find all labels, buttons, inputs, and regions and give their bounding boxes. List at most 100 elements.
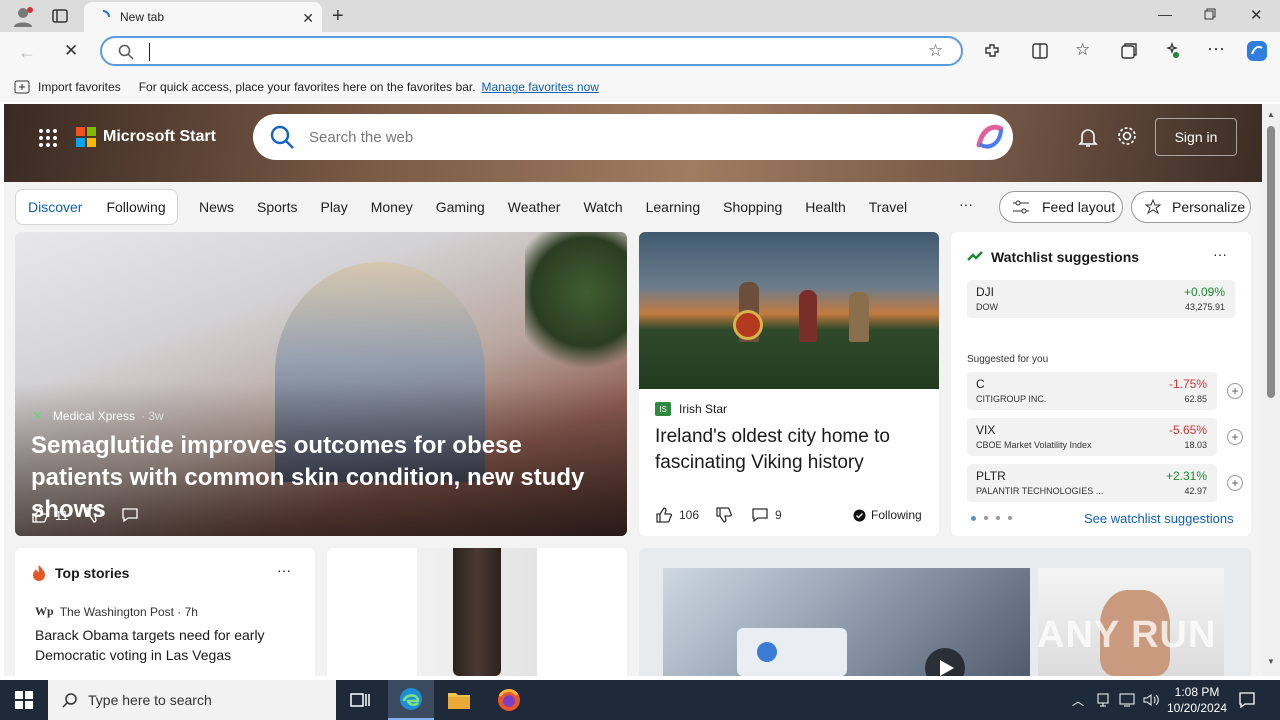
address-bar[interactable]: ☆ xyxy=(100,36,963,66)
close-tab-icon[interactable]: ✕ xyxy=(302,10,314,27)
favorite-star-icon[interactable]: ☆ xyxy=(928,41,943,61)
nav-link-gaming[interactable]: Gaming xyxy=(436,199,485,215)
feed-layout-button[interactable]: Feed layout xyxy=(999,191,1123,223)
sign-in-button[interactable]: Sign in xyxy=(1155,118,1237,156)
browser-essentials-icon[interactable] xyxy=(1163,42,1181,60)
profile-icon[interactable] xyxy=(12,6,34,28)
tab-discover[interactable]: Discover xyxy=(16,199,94,215)
favorites-icon[interactable]: ☆ xyxy=(1075,40,1090,60)
nav-link-travel[interactable]: Travel xyxy=(869,199,907,215)
watchlist-item-pltr[interactable]: PLTR PALANTIR TECHNOLOGIES ... +2.31% 42… xyxy=(967,464,1243,502)
main-story-card[interactable]: ✕ Medical Xpress · 3w Semaglutide improv… xyxy=(15,232,627,536)
split-screen-icon[interactable] xyxy=(1031,42,1049,60)
notifications-bell-icon[interactable] xyxy=(1077,126,1099,148)
copilot-icon[interactable] xyxy=(975,123,1005,151)
nav-more-button[interactable]: ··· xyxy=(959,196,973,212)
category-nav: Discover Following News Sports Play Mone… xyxy=(4,182,1262,232)
top-stories-more-button[interactable]: ··· xyxy=(277,562,291,578)
nav-link-watch[interactable]: Watch xyxy=(583,199,622,215)
copilot-icon[interactable] xyxy=(1245,39,1269,63)
firefox-icon[interactable] xyxy=(497,688,521,712)
collections-icon[interactable] xyxy=(1120,42,1138,60)
add-to-watchlist-icon[interactable]: + xyxy=(1227,383,1243,399)
play-icon[interactable] xyxy=(925,648,965,676)
nav-link-news[interactable]: News xyxy=(199,199,234,215)
clock-time: 1:08 PM xyxy=(1174,685,1220,699)
tab-actions-icon[interactable] xyxy=(52,8,68,24)
nav-link-shopping[interactable]: Shopping xyxy=(723,199,782,215)
minimize-icon[interactable]: — xyxy=(1158,6,1172,22)
scroll-down-icon[interactable]: ▼ xyxy=(1267,657,1275,666)
scroll-up-icon[interactable]: ▲ xyxy=(1267,110,1275,119)
irish-star-story-card[interactable]: IS Irish Star Ireland's oldest city home… xyxy=(639,232,939,536)
windows-start-icon[interactable] xyxy=(15,691,33,709)
stop-loading-icon[interactable]: ✕ xyxy=(64,41,78,61)
carousel-dot[interactable] xyxy=(1008,516,1012,520)
close-window-icon[interactable]: ✕ xyxy=(1250,6,1263,24)
restore-icon[interactable] xyxy=(1204,8,1216,20)
carousel-dot[interactable] xyxy=(996,516,1000,520)
dislike-icon[interactable] xyxy=(715,506,733,524)
new-tab-button[interactable]: + xyxy=(332,5,344,28)
import-favorites-icon[interactable] xyxy=(14,80,30,94)
comment-icon[interactable] xyxy=(121,506,139,524)
import-favorites-button[interactable]: Import favorites xyxy=(38,80,121,94)
watchlist-item-vix[interactable]: VIX CBOE Market Volatility Index -5.65% … xyxy=(967,418,1243,456)
like-count: 106 xyxy=(679,508,700,522)
carousel-dot[interactable] xyxy=(984,516,988,520)
personalize-button[interactable]: Personalize xyxy=(1131,191,1251,223)
brand-logo[interactable]: Microsoft Start xyxy=(76,127,216,147)
windows-taskbar: Type here to search ︿ 1:08 PM 10/20/2024 xyxy=(0,680,1280,720)
comment-icon[interactable] xyxy=(751,506,769,524)
figure-image xyxy=(799,290,817,342)
nav-link-learning[interactable]: Learning xyxy=(646,199,701,215)
manage-favorites-link[interactable]: Manage favorites now xyxy=(482,80,599,94)
story-headline[interactable]: Ireland's oldest city home to fascinatin… xyxy=(655,424,927,476)
see-watchlist-link[interactable]: See watchlist suggestions xyxy=(1084,511,1234,526)
file-explorer-icon[interactable] xyxy=(447,689,471,711)
nav-link-weather[interactable]: Weather xyxy=(508,199,561,215)
app-launcher-icon[interactable] xyxy=(38,128,58,148)
taskbar-edge-button[interactable] xyxy=(388,680,434,720)
watchlist-item-dji[interactable]: DJI DOW +0.09% 43,275.91 xyxy=(967,280,1235,318)
notification-center-icon[interactable] xyxy=(1238,691,1256,709)
sliders-icon xyxy=(1012,199,1030,215)
tab-following[interactable]: Following xyxy=(94,199,177,215)
like-icon[interactable] xyxy=(31,506,49,524)
taskbar-clock[interactable]: 1:08 PM 10/20/2024 xyxy=(1162,684,1232,716)
nav-link-health[interactable]: Health xyxy=(805,199,845,215)
task-view-icon[interactable] xyxy=(350,691,370,709)
nav-link-play[interactable]: Play xyxy=(320,199,347,215)
watchlist-more-button[interactable]: ··· xyxy=(1213,246,1227,262)
add-to-watchlist-icon[interactable]: + xyxy=(1227,475,1243,491)
story-headline[interactable]: Barack Obama targets need for early Demo… xyxy=(35,625,295,665)
web-search-box[interactable]: Search the web xyxy=(253,114,1013,160)
video-story-card[interactable]: ANY RUN xyxy=(639,548,1251,676)
tray-volume-icon[interactable] xyxy=(1142,691,1160,709)
tab-new-tab[interactable]: New tab ✕ xyxy=(84,2,322,32)
back-icon[interactable]: ← xyxy=(18,42,36,63)
carousel-dots[interactable] xyxy=(971,516,1012,521)
tray-network-icon[interactable] xyxy=(1096,692,1110,708)
dislike-icon[interactable] xyxy=(85,506,103,524)
video-thumbnail xyxy=(663,568,1030,676)
story-age: · 3w xyxy=(140,409,164,423)
nav-link-money[interactable]: Money xyxy=(371,199,413,215)
tray-display-icon[interactable] xyxy=(1119,692,1135,708)
nav-link-sports[interactable]: Sports xyxy=(257,199,297,215)
stock-name: DOW xyxy=(976,302,998,312)
tray-chevron-icon[interactable]: ︿ xyxy=(1072,692,1084,709)
product-card[interactable] xyxy=(327,548,627,676)
extensions-icon[interactable] xyxy=(983,42,1001,60)
like-icon[interactable] xyxy=(655,506,673,524)
following-badge[interactable]: Following xyxy=(853,508,922,522)
carousel-dot[interactable] xyxy=(971,516,976,521)
page-scrollbar[interactable]: ▲ ▼ xyxy=(1262,104,1280,676)
settings-gear-icon[interactable] xyxy=(1116,125,1138,147)
add-to-watchlist-icon[interactable]: + xyxy=(1227,429,1243,445)
scrollbar-thumb[interactable] xyxy=(1267,126,1275,398)
watchlist-item-c[interactable]: C CITIGROUP INC. -1.75% 62.85 + xyxy=(967,372,1243,410)
settings-more-icon[interactable]: ··· xyxy=(1207,38,1225,59)
taskbar-search-box[interactable]: Type here to search xyxy=(48,680,336,720)
pie-chart-image xyxy=(757,642,777,662)
